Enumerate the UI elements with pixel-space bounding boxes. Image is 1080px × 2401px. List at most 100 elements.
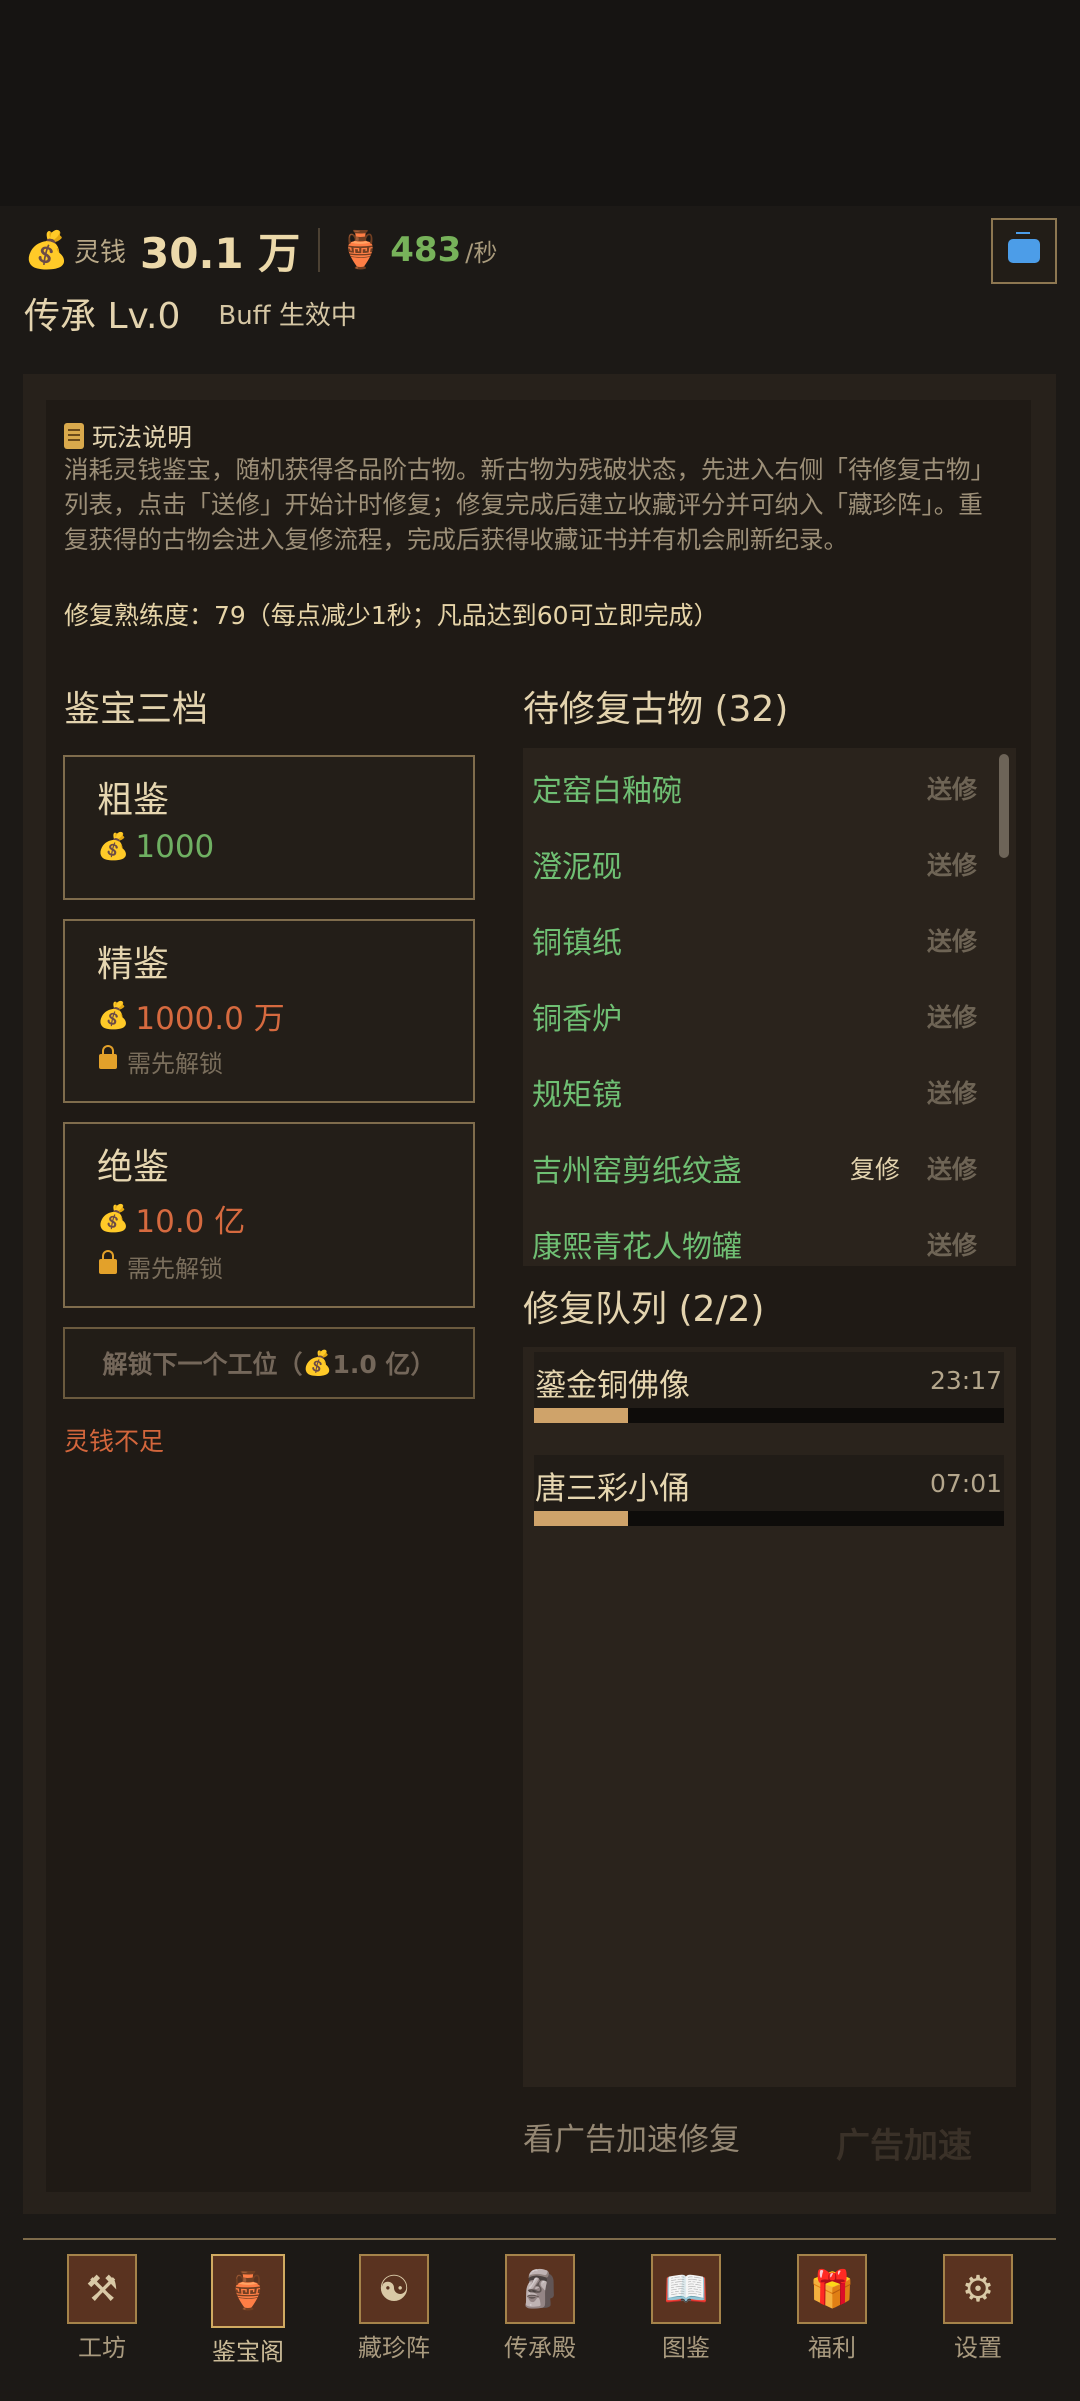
send-repair-button[interactable]: 送修 — [927, 998, 977, 1034]
lock-icon — [99, 1045, 117, 1069]
stele-icon: 🗿 — [505, 2254, 575, 2324]
queue-item-name: 唐三彩小俑 — [535, 1471, 690, 1507]
list-item: 澄泥砚 送修 — [523, 826, 1003, 902]
money-bag-icon: 💰 — [97, 1000, 130, 1031]
book-icon: 📖 — [651, 2254, 721, 2324]
nav-item-collection[interactable]: 📖 图鉴 — [631, 2254, 741, 2363]
header-divider — [318, 228, 321, 272]
queue-item-header: 唐三彩小俑 07:01 — [534, 1455, 1004, 1511]
money-bag-icon: 💰 — [97, 832, 130, 862]
vase-icon: 🏺 — [338, 230, 384, 271]
tier-price: 💰 1000 — [97, 829, 214, 865]
list-item: 吉州窑剪纸纹盏 复修 送修 — [523, 1130, 1003, 1206]
tier-master-button[interactable]: 绝鉴 💰 10.0 亿 需先解锁 — [63, 1122, 475, 1308]
tier-price-value: 1000.0 万 — [135, 1001, 285, 1037]
artifact-name: 规矩镜 — [532, 1078, 622, 1113]
ad-speedup-button[interactable]: 广告加速 — [836, 2118, 972, 2167]
artifact-name: 康熙青花人物罐 — [532, 1230, 742, 1265]
pending-list[interactable]: 定窑白釉碗 送修 澄泥砚 送修 铜镇纸 送修 铜香炉 送修 规矩镜 送修 吉州窑… — [523, 748, 1016, 1266]
tier-lock-text: 需先解锁 — [127, 1255, 223, 1283]
unlock-label-prefix: 解锁下一个工位（ — [102, 1350, 303, 1379]
send-repair-button[interactable]: 送修 — [927, 770, 977, 806]
send-repair-button[interactable]: 送修 — [927, 1226, 977, 1262]
bagua-icon: ☯ — [359, 2254, 429, 2324]
tier-price-value: 10.0 亿 — [135, 1204, 246, 1240]
nav-item-welfare[interactable]: 🎁 福利 — [777, 2254, 887, 2363]
nav-divider — [23, 2238, 1056, 2240]
queue-item-name: 鎏金铜佛像 — [535, 1368, 690, 1404]
nav-label: 设置 — [954, 2334, 1002, 2362]
tier-price-value: 1000 — [135, 829, 215, 865]
scroll-icon — [64, 423, 84, 449]
list-item: 规矩镜 送修 — [523, 1054, 1003, 1130]
nav-item-appraisal-hall[interactable]: 🏺 鉴宝阁 — [193, 2254, 303, 2367]
ad-speedup-text: 看广告加速修复 — [523, 2122, 740, 2158]
appraise-title: 鉴宝三档 — [64, 689, 209, 730]
queue-title: 修复队列 (2/2) — [523, 1289, 765, 1330]
nav-label: 鉴宝阁 — [212, 2338, 284, 2366]
inheritance-level: 传承 Lv.0 — [24, 296, 181, 337]
gear-icon: ⚙ — [943, 2254, 1013, 2324]
nav-item-settings[interactable]: ⚙ 设置 — [923, 2254, 1033, 2363]
magnifier-vase-icon: 🏺 — [211, 2254, 285, 2328]
queue-item: 唐三彩小俑 07:01 — [534, 1455, 1004, 1526]
nav-label: 福利 — [808, 2334, 856, 2362]
nav-item-heritage-hall[interactable]: 🗿 传承殿 — [485, 2254, 595, 2363]
queue-item-timer: 07:01 — [929, 1469, 1002, 1498]
tier-name: 绝鉴 — [97, 1147, 170, 1188]
artifact-name: 铜香炉 — [532, 1002, 622, 1037]
list-item: 康熙青花人物罐 送修 — [523, 1206, 1003, 1266]
queue-item: 鎏金铜佛像 23:17 — [534, 1352, 1004, 1423]
send-repair-button[interactable]: 送修 — [927, 846, 977, 882]
tv-icon — [1008, 232, 1040, 263]
tier-lock-status: 需先解锁 — [99, 1249, 223, 1284]
tier-fine-button[interactable]: 精鉴 💰 1000.0 万 需先解锁 — [63, 919, 475, 1103]
restore-tag: 复修 — [850, 1155, 901, 1184]
queue-item-timer: 23:17 — [929, 1366, 1002, 1395]
list-item: 铜镇纸 送修 — [523, 902, 1003, 978]
progress-fill — [534, 1408, 628, 1423]
insufficient-funds-text: 灵钱不足 — [64, 1427, 165, 1456]
pending-title: 待修复古物 (32) — [523, 689, 789, 730]
progress-fill — [534, 1511, 628, 1526]
nav-label: 藏珍阵 — [358, 2334, 430, 2362]
tier-basic-button[interactable]: 粗鉴 💰 1000 — [63, 755, 475, 900]
top-spacer — [0, 0, 1080, 206]
income-rate: 483 — [390, 230, 462, 270]
tier-name: 粗鉴 — [97, 780, 170, 821]
send-repair-button[interactable]: 送修 — [927, 922, 977, 958]
money-bag-icon: 💰 — [97, 1203, 130, 1234]
unlock-label-suffix: ） — [410, 1350, 436, 1379]
artifact-name: 铜镇纸 — [532, 926, 622, 961]
progress-bar — [534, 1408, 1004, 1423]
send-repair-button[interactable]: 送修 — [927, 1074, 977, 1110]
currency-value: 30.1 万 — [140, 228, 301, 278]
send-repair-button[interactable]: 送修 — [927, 1150, 977, 1186]
money-bag-icon: 💰 — [24, 230, 69, 271]
artifact-name: 澄泥砚 — [532, 850, 622, 885]
currency-bar: 💰 灵钱 30.1 万 🏺 483 /秒 — [24, 222, 497, 278]
nav-item-workshop[interactable]: ⚒ 工坊 — [47, 2254, 157, 2363]
list-item: 铜香炉 送修 — [523, 978, 1003, 1054]
queue-item-header: 鎏金铜佛像 23:17 — [534, 1352, 1004, 1408]
artifact-name: 定窑白釉碗 — [532, 774, 682, 809]
list-item: 定窑白釉碗 送修 — [523, 750, 1003, 826]
unlock-slot-button[interactable]: 解锁下一个工位（ 💰 1.0 亿 ） — [63, 1327, 475, 1399]
nav-item-treasure-array[interactable]: ☯ 藏珍阵 — [339, 2254, 449, 2363]
money-bag-icon: 💰 — [302, 1349, 333, 1377]
rules-title: 玩法说明 — [64, 418, 192, 454]
bottom-nav: ⚒ 工坊 🏺 鉴宝阁 ☯ 藏珍阵 🗿 传承殿 📖 图鉴 🎁 福利 ⚙ 设置 — [23, 2242, 1056, 2372]
nav-label: 传承殿 — [504, 2334, 576, 2362]
tv-ad-button[interactable] — [991, 218, 1057, 284]
tier-price: 💰 1000.0 万 — [97, 993, 285, 1038]
progress-bar — [534, 1511, 1004, 1526]
gift-box-icon: 🎁 — [797, 2254, 867, 2324]
buff-status[interactable]: Buff 生效中 — [218, 295, 357, 332]
currency-label: 灵钱 — [74, 237, 127, 268]
pending-scrollbar[interactable] — [999, 754, 1009, 858]
nav-label: 图鉴 — [662, 2334, 710, 2362]
level-row: 传承 Lv.0 Buff 生效中 — [24, 286, 357, 340]
income-rate-unit: /秒 — [465, 238, 498, 267]
tier-lock-status: 需先解锁 — [99, 1044, 223, 1079]
unlock-price: 1.0 亿 — [332, 1350, 411, 1379]
